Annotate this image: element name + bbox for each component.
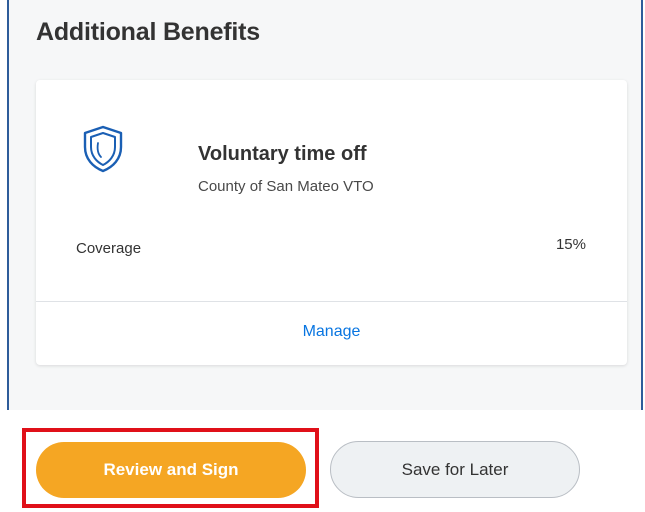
save-for-later-button[interactable]: Save for Later	[330, 441, 580, 498]
section-title: Additional Benefits	[36, 18, 260, 46]
screenshot-frame: Additional Benefits Voluntary time off C…	[0, 0, 645, 512]
manage-link[interactable]: Manage	[36, 323, 627, 341]
coverage-label: Coverage	[76, 240, 142, 257]
shield-icon	[83, 125, 123, 173]
coverage-value: 15%	[555, 236, 586, 253]
review-and-sign-button[interactable]: Review and Sign	[36, 442, 306, 498]
benefit-card: Voluntary time off County of San Mateo V…	[36, 80, 627, 365]
action-footer: Review and Sign Save for Later	[0, 410, 645, 512]
card-divider	[36, 301, 627, 302]
benefit-plan-name: County of San Mateo VTO	[198, 178, 374, 195]
additional-benefits-panel: Additional Benefits Voluntary time off C…	[7, 0, 643, 410]
benefit-title: Voluntary time off	[198, 143, 367, 165]
